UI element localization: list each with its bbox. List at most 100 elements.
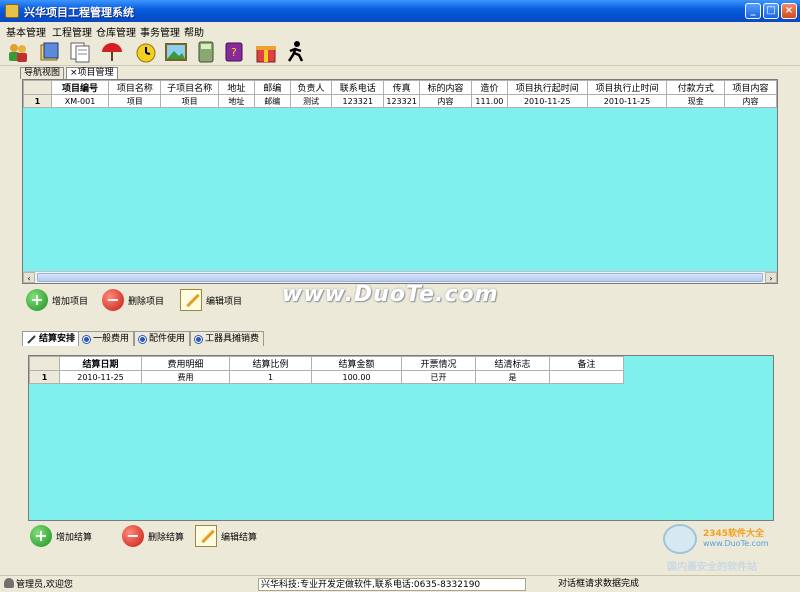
table-corner xyxy=(29,356,60,371)
column-header[interactable]: 备注 xyxy=(549,356,624,371)
table-cell[interactable]: 已开 xyxy=(401,370,476,384)
table-cell[interactable]: 2010-11-25 xyxy=(586,94,668,108)
book-icon[interactable]: ? xyxy=(222,40,246,64)
status-bar: 管理员,欢迎您 兴华科技:专业开发定做软件,联系电话:0635-8332190 … xyxy=(0,575,800,592)
table-cell[interactable]: 2010-11-25 xyxy=(506,94,588,108)
tab-label: 项目管理 xyxy=(77,68,114,78)
minimize-button[interactable]: _ xyxy=(745,3,761,19)
users-icon[interactable] xyxy=(6,40,30,64)
tab-project-management[interactable]: ×项目管理 xyxy=(66,67,118,79)
column-header[interactable]: 项目编号 xyxy=(50,80,110,95)
column-header[interactable]: 项目执行起时间 xyxy=(506,80,588,95)
status-company: 兴华科技:专业开发定做软件,联系电话:0635-8332190 xyxy=(258,578,526,591)
menu-basic[interactable]: 基本管理 xyxy=(6,24,46,39)
settlement-table: 结算日期 费用明细 结算比例 结算金额 开票情况 结清标志 备注 1 2010-… xyxy=(29,356,624,384)
umbrella-icon[interactable] xyxy=(100,40,124,64)
column-header[interactable]: 付款方式 xyxy=(666,80,726,95)
table-cell[interactable]: 地址 xyxy=(218,94,255,108)
table-cell[interactable] xyxy=(549,370,624,384)
svg-text:?: ? xyxy=(231,46,237,59)
delete-settlement-button[interactable]: − 删除结算 xyxy=(122,524,184,548)
table-cell[interactable]: 项目 xyxy=(160,94,220,108)
minus-icon: − xyxy=(122,525,144,547)
table-cell[interactable]: 111.00 xyxy=(470,94,508,108)
column-header[interactable]: 结算金额 xyxy=(311,356,402,371)
scroll-left-icon[interactable]: ‹ xyxy=(23,272,35,283)
bullet-icon xyxy=(195,335,202,343)
column-header[interactable]: 子项目名称 xyxy=(160,80,220,95)
pencil-icon xyxy=(180,289,202,311)
column-header[interactable]: 标的内容 xyxy=(419,80,472,95)
column-header[interactable]: 邮编 xyxy=(253,80,291,95)
table-cell[interactable]: 测试 xyxy=(289,94,333,108)
table-cell[interactable]: 1 xyxy=(229,370,312,384)
bullet-icon xyxy=(139,335,146,343)
menu-warehouse[interactable]: 仓库管理 xyxy=(96,24,136,39)
scroll-thumb[interactable] xyxy=(37,273,763,282)
column-header[interactable]: 项目名称 xyxy=(108,80,162,95)
tab-navigation-view[interactable]: 导航视图 xyxy=(20,67,65,79)
button-label: 增加项目 xyxy=(52,296,89,307)
table-cell[interactable]: 123321 xyxy=(383,94,421,108)
column-header[interactable]: 结清标志 xyxy=(475,356,550,371)
user-icon xyxy=(4,578,14,588)
table-header-row: 项目编号 项目名称 子项目名称 地址 邮编 负责人 联系电话 传真 标的内容 造… xyxy=(23,80,777,95)
table-cell[interactable]: 是 xyxy=(475,370,550,384)
calculator-icon[interactable] xyxy=(194,40,218,64)
menu-project[interactable]: 工程管理 xyxy=(52,24,92,39)
tab-close-icon[interactable]: × xyxy=(70,68,78,78)
column-header[interactable]: 负责人 xyxy=(289,80,333,95)
button-label: 编辑结算 xyxy=(221,532,258,543)
edit-settlement-button[interactable]: 编辑结算 xyxy=(195,524,257,548)
menu-help[interactable]: 帮助 xyxy=(184,24,204,39)
column-header[interactable]: 联系电话 xyxy=(331,80,385,95)
table-header-row: 结算日期 费用明细 结算比例 结算金额 开票情况 结清标志 备注 xyxy=(29,356,624,371)
table-cell[interactable]: 100.00 xyxy=(311,370,402,384)
table-cell[interactable]: XM-001 xyxy=(50,94,110,108)
table-row[interactable]: 1 2010-11-25 费用 1 100.00 已开 是 xyxy=(29,370,624,384)
tab-tool-amortization[interactable]: 工器具摊销费 xyxy=(190,331,265,346)
documents-icon[interactable] xyxy=(68,40,92,64)
button-label: 删除结算 xyxy=(148,532,185,543)
table-cell[interactable]: 项目 xyxy=(108,94,162,108)
table-cell[interactable]: 内容 xyxy=(724,94,777,108)
project-grid: 项目编号 项目名称 子项目名称 地址 邮编 负责人 联系电话 传真 标的内容 造… xyxy=(22,79,778,284)
column-header[interactable]: 项目内容 xyxy=(724,80,777,95)
table-row[interactable]: 1 XM-001 项目 项目 地址 邮编 测试 123321 123321 内容… xyxy=(23,94,777,108)
edit-project-button[interactable]: 编辑项目 xyxy=(180,288,242,312)
gift-icon[interactable] xyxy=(254,40,278,64)
maximize-button[interactable]: □ xyxy=(763,3,779,19)
column-header[interactable]: 费用明细 xyxy=(141,356,230,371)
landscape-picture-icon[interactable] xyxy=(164,40,188,64)
column-header[interactable]: 开票情况 xyxy=(401,356,476,371)
table-cell[interactable]: 费用 xyxy=(141,370,230,384)
add-project-button[interactable]: + 增加项目 xyxy=(26,288,88,312)
column-header[interactable]: 造价 xyxy=(470,80,508,95)
column-header[interactable]: 项目执行止时间 xyxy=(586,80,668,95)
delete-project-button[interactable]: − 删除项目 xyxy=(102,288,164,312)
add-settlement-button[interactable]: + 增加结算 xyxy=(30,524,92,548)
site-logo: 2345软件大全 www.DuoTe.com 国内最安全的软件站 xyxy=(655,522,800,574)
scroll-right-icon[interactable]: › xyxy=(765,272,777,283)
books-icon[interactable] xyxy=(38,40,62,64)
column-header[interactable]: 地址 xyxy=(218,80,255,95)
status-user-text: 管理员,欢迎您 xyxy=(16,580,73,590)
column-header[interactable]: 结算日期 xyxy=(59,356,142,371)
table-cell[interactable]: 123321 xyxy=(331,94,385,108)
column-header[interactable]: 传真 xyxy=(383,80,421,95)
table-cell[interactable]: 2010-11-25 xyxy=(59,370,142,384)
clock-icon[interactable] xyxy=(134,40,158,64)
row-number: 1 xyxy=(29,370,60,384)
tab-settlement[interactable]: 结算安排 xyxy=(22,331,81,346)
column-header[interactable]: 结算比例 xyxy=(229,356,312,371)
menu-affairs[interactable]: 事务管理 xyxy=(140,24,180,39)
running-man-icon[interactable] xyxy=(284,40,308,64)
watermark: www.DuoTe.com xyxy=(282,282,499,307)
table-cell[interactable]: 内容 xyxy=(419,94,472,108)
button-label: 增加结算 xyxy=(56,532,93,543)
table-cell[interactable]: 邮编 xyxy=(253,94,291,108)
table-cell[interactable]: 现金 xyxy=(666,94,726,108)
tab-parts-usage[interactable]: 配件使用 xyxy=(134,331,191,346)
close-button[interactable]: × xyxy=(781,3,797,19)
tab-general-expense[interactable]: 一般费用 xyxy=(78,331,135,346)
